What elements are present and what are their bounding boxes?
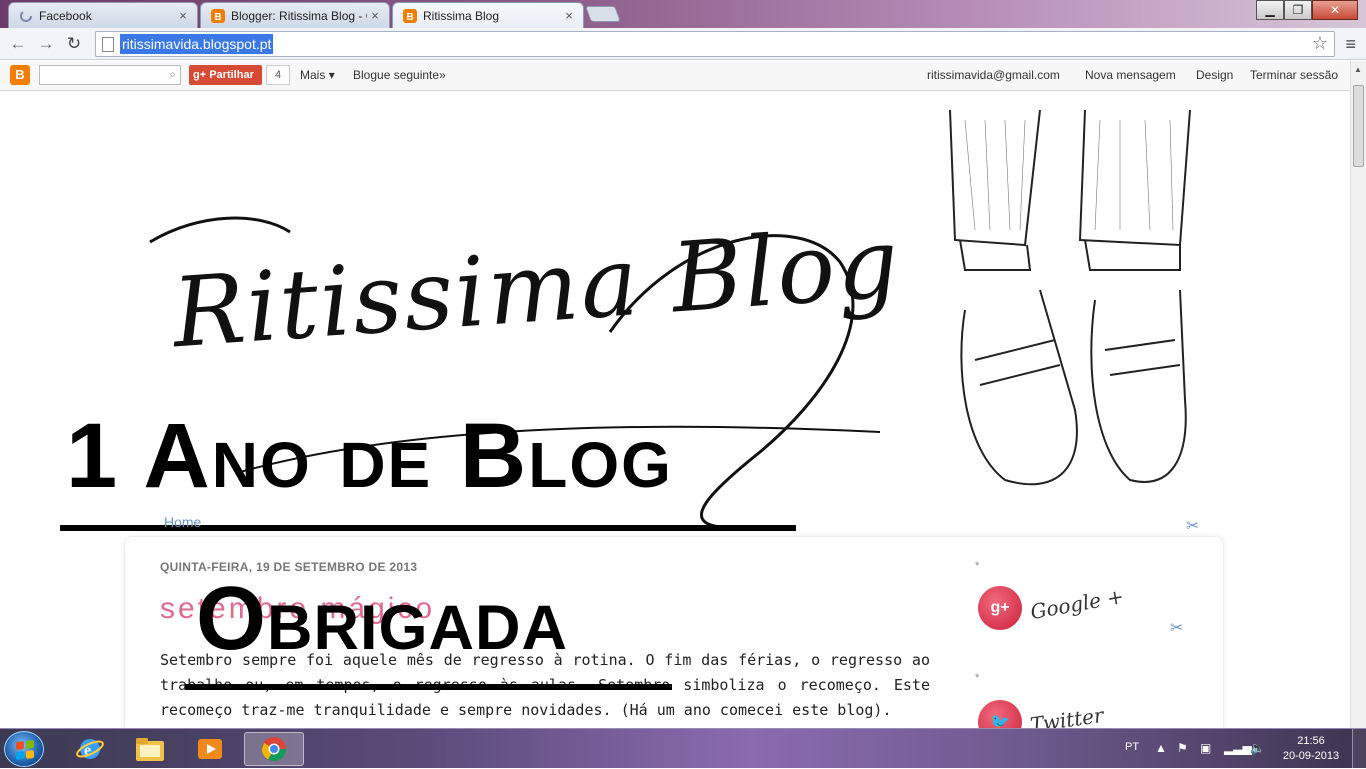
taskbar-internet-explorer[interactable]: e — [60, 732, 120, 766]
url-text[interactable]: ritissimavida.blogspot.pt — [120, 34, 274, 54]
loading-icon — [20, 9, 32, 22]
windows-taskbar: e PT ▲ ⚑ ▣ ▂▃▅ 🔈 21:56 20-09-2013 — [0, 728, 1366, 769]
arrow-right-icon: → — [37, 34, 55, 53]
clock-date: 20-09-2013 — [1282, 750, 1340, 762]
window-controls: ▁ ❐ ✕ — [1256, 0, 1358, 20]
folder-icon — [136, 738, 164, 761]
action-center-flag-icon[interactable]: ⚑ — [1177, 741, 1188, 755]
sidebar-bullet: * — [975, 560, 980, 572]
menu-icon[interactable]: ≡ — [1345, 34, 1356, 55]
anniversary-overlay: 1 Ano de Blog — [66, 404, 673, 509]
taskbar-media-player[interactable] — [180, 732, 240, 766]
tab-blogger[interactable]: B Blogger: Ritissima Blog - C × — [200, 2, 390, 28]
maximize-button[interactable]: ❐ — [1284, 0, 1312, 20]
anniversary-text: 1 Ano de Blog — [66, 405, 673, 507]
browser-toolbar: ← → ↻ ritissimavida.blogspot.pt ☆ ≡ — [0, 28, 1366, 60]
star-icon[interactable]: ☆ — [1312, 33, 1328, 54]
tab-title: Ritissima Blog — [423, 8, 500, 23]
address-bar[interactable]: ritissimavida.blogspot.pt ☆ — [95, 31, 1335, 57]
nav-home-link[interactable]: Home — [164, 514, 201, 530]
next-blog-link[interactable]: Blogue seguinte» — [353, 68, 446, 82]
blogger-logo-icon[interactable]: B — [10, 65, 30, 85]
vertical-scrollbar[interactable]: ▲ — [1350, 61, 1366, 728]
scroll-up-icon[interactable]: ▲ — [1354, 65, 1362, 74]
new-post-link[interactable]: Nova mensagem — [1085, 68, 1176, 82]
device-icon[interactable]: ▣ — [1200, 741, 1211, 755]
reload-button[interactable]: ↻ — [62, 32, 86, 56]
thanks-overlay: Obrigada — [196, 568, 568, 671]
share-label: Partilhar — [209, 69, 254, 81]
taskbar-chrome[interactable] — [244, 732, 304, 766]
thanks-text: Obrigada — [196, 569, 568, 669]
close-icon[interactable]: × — [367, 8, 383, 23]
tools-icon[interactable]: ✂ — [1170, 618, 1183, 638]
minimize-button[interactable]: ▁ — [1256, 0, 1284, 20]
media-player-icon — [198, 739, 222, 759]
search-icon[interactable]: ⌕ — [169, 67, 176, 82]
google-plus-icon[interactable]: g+ — [978, 586, 1022, 630]
blog-search-input[interactable]: ⌕ — [39, 65, 181, 85]
caret-down-icon: ▾ — [328, 68, 335, 82]
tab-title: Facebook — [39, 8, 92, 23]
back-button[interactable]: ← — [6, 32, 30, 56]
page-icon — [102, 37, 114, 52]
system-clock[interactable]: 21:56 20-09-2013 — [1280, 734, 1342, 764]
more-label: Mais — [300, 68, 326, 82]
new-tab-button[interactable] — [585, 6, 621, 22]
network-signal-icon[interactable]: ▂▃▅ — [1224, 741, 1252, 755]
blogger-icon: B — [403, 8, 417, 23]
browser-titlebar: Facebook × B Blogger: Ritissima Blog - C… — [0, 0, 1366, 28]
internet-explorer-icon: e — [76, 739, 104, 759]
sidebar-bullet: * — [975, 672, 980, 684]
account-email[interactable]: ritissimavida@gmail.com — [927, 68, 1060, 82]
scroll-thumb[interactable] — [1353, 85, 1364, 167]
share-count: 4 — [266, 65, 290, 85]
forward-button[interactable]: → — [34, 32, 58, 56]
svg-text:B: B — [407, 12, 414, 23]
blogger-icon: B — [211, 8, 225, 23]
tools-icon[interactable]: ✂ — [1186, 516, 1199, 536]
volume-icon[interactable]: 🔈 — [1250, 741, 1265, 755]
tray-expand-icon[interactable]: ▲ — [1155, 741, 1167, 755]
blog-page: Ritissima Blog 1 Ano de Blog Home ✂ QUIN… — [0, 92, 1350, 728]
chrome-icon — [262, 737, 286, 762]
sign-out-link[interactable]: Terminar sessão — [1250, 68, 1338, 82]
close-icon[interactable]: × — [175, 8, 191, 23]
tab-title: Blogger: Ritissima Blog - C — [231, 8, 367, 23]
arrow-left-icon: ← — [9, 34, 27, 53]
underline-divider — [185, 684, 672, 690]
tab-ritissima-blog[interactable]: B Ritissima Blog × — [392, 2, 584, 28]
close-icon[interactable]: × — [561, 8, 577, 23]
blogger-navbar: B ⌕ g+ Partilhar 4 Mais ▾ Blogue seguint… — [0, 61, 1350, 91]
start-button[interactable] — [4, 731, 44, 767]
sneakers-illustration — [949, 110, 1191, 486]
language-indicator[interactable]: PT — [1125, 741, 1139, 753]
reload-icon: ↻ — [66, 34, 82, 53]
more-menu[interactable]: Mais ▾ — [300, 68, 335, 82]
design-link[interactable]: Design — [1196, 68, 1233, 82]
google-plus-icon: g+ — [193, 69, 207, 81]
tab-facebook[interactable]: Facebook × — [8, 2, 198, 28]
close-window-button[interactable]: ✕ — [1312, 0, 1358, 20]
clock-time: 21:56 — [1297, 735, 1325, 747]
share-button[interactable]: g+ Partilhar — [189, 65, 262, 85]
windows-logo-icon — [16, 740, 34, 760]
show-desktop-button[interactable] — [1352, 729, 1366, 769]
svg-text:B: B — [215, 12, 222, 23]
taskbar-explorer[interactable] — [120, 732, 180, 766]
